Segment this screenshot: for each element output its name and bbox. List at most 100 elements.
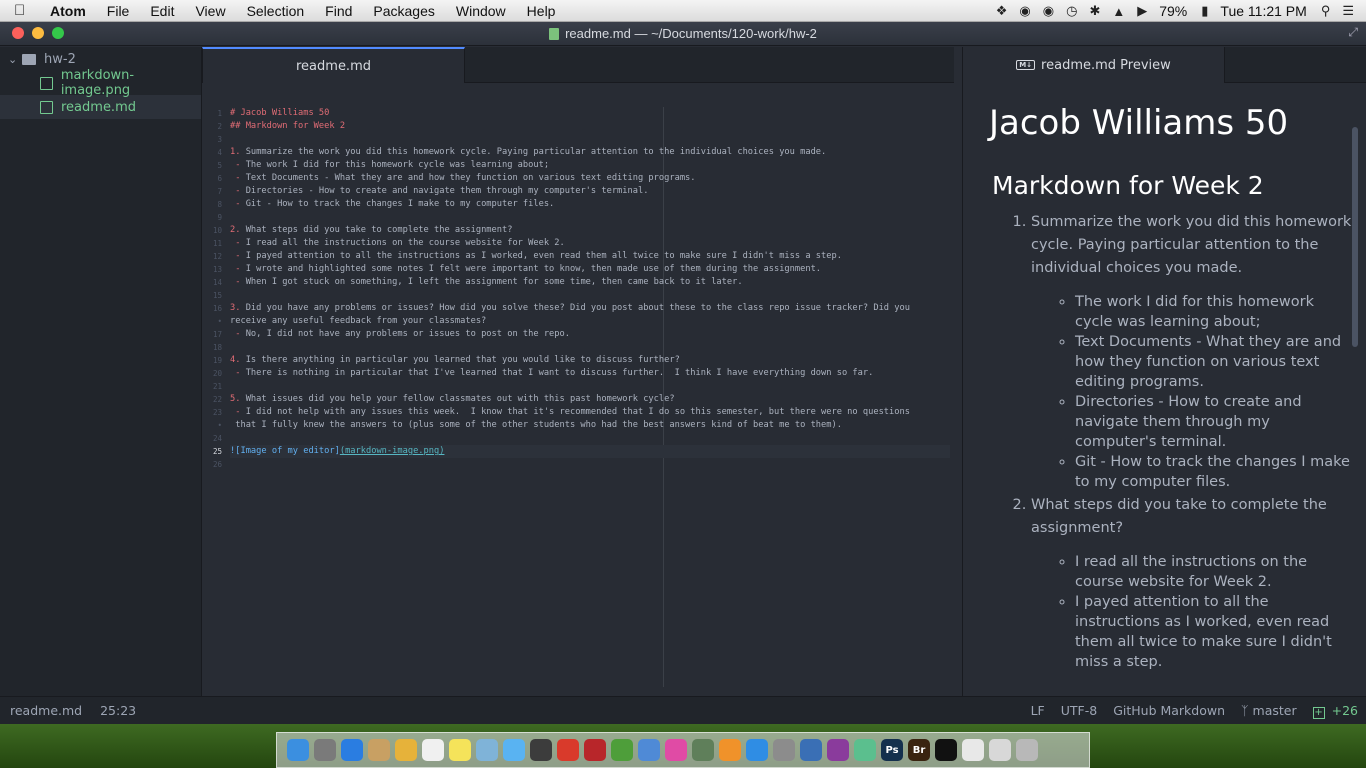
code-line[interactable]: 1. Summarize the work you did this homew… xyxy=(230,146,950,159)
iphoto-icon[interactable] xyxy=(692,739,714,761)
menu-window[interactable]: Window xyxy=(456,3,506,19)
spotlight-icon[interactable]: ⚲ xyxy=(1321,3,1331,19)
messages-icon[interactable] xyxy=(503,739,525,761)
preview-scrollbar[interactable] xyxy=(1352,127,1358,347)
volume-icon[interactable]: ▶ xyxy=(1137,3,1147,19)
code-line[interactable] xyxy=(230,380,950,393)
facetime-icon[interactable] xyxy=(530,739,552,761)
zoom-button[interactable] xyxy=(52,27,64,39)
menu-help[interactable]: Help xyxy=(527,3,556,19)
code-line[interactable]: receive any useful feedback from your cl… xyxy=(230,315,950,328)
github-icon[interactable] xyxy=(827,739,849,761)
status-file-path[interactable]: readme.md xyxy=(10,703,82,718)
numbers-icon[interactable] xyxy=(611,739,633,761)
safari-icon[interactable] xyxy=(341,739,363,761)
photoshop-icon[interactable]: Ps xyxy=(881,739,903,761)
dropbox-icon[interactable]: ❖ xyxy=(996,3,1008,19)
menu-find[interactable]: Find xyxy=(325,3,352,19)
document-icon[interactable] xyxy=(962,739,984,761)
status-line-ending[interactable]: LF xyxy=(1031,703,1045,718)
atom-icon[interactable] xyxy=(854,739,876,761)
code-line[interactable]: ## Markdown for Week 2 xyxy=(230,120,950,133)
minimize-button[interactable] xyxy=(32,27,44,39)
tree-file-readme[interactable]: readme.md xyxy=(0,95,201,119)
code-line[interactable] xyxy=(230,289,950,302)
battery-icon[interactable]: ▮ xyxy=(1201,3,1208,19)
code-line[interactable]: - When I got stuck on something, I left … xyxy=(230,276,950,289)
battery-percent[interactable]: 79% xyxy=(1159,3,1187,19)
line-number: • xyxy=(217,421,222,430)
finder-icon[interactable] xyxy=(287,739,309,761)
close-button[interactable] xyxy=(12,27,24,39)
menu-edit[interactable]: Edit xyxy=(150,3,174,19)
menu-app-name[interactable]: Atom xyxy=(50,3,86,19)
code-line[interactable]: 2. What steps did you take to complete t… xyxy=(230,224,950,237)
code-line[interactable]: - Directories - How to create and naviga… xyxy=(230,185,950,198)
code-line[interactable]: - I wrote and highlighted some notes I f… xyxy=(230,263,950,276)
preview-list-item-text: Summarize the work you did this homework… xyxy=(1031,214,1352,276)
keynote-icon[interactable] xyxy=(638,739,660,761)
code-line[interactable] xyxy=(230,458,950,471)
tab-readme[interactable]: readme.md xyxy=(202,47,465,83)
code-line[interactable]: - I payed attention to all the instructi… xyxy=(230,250,950,263)
bridge-icon[interactable]: Br xyxy=(908,739,930,761)
contacts-icon[interactable] xyxy=(368,739,390,761)
code-line[interactable]: 4. Is there anything in particular you l… xyxy=(230,354,950,367)
notification-center-icon[interactable]: ☰ xyxy=(1342,3,1354,19)
status-git-diff[interactable]: + +26 xyxy=(1312,703,1358,719)
creative-cloud-icon[interactable] xyxy=(557,739,579,761)
chevron-down-icon[interactable]: ⌄ xyxy=(8,53,22,66)
apple-icon[interactable]:  xyxy=(14,2,34,19)
quicktime-icon[interactable] xyxy=(800,739,822,761)
bluetooth-icon[interactable]: ✱ xyxy=(1089,3,1100,19)
tree-file-markdown-image[interactable]: markdown-image.png xyxy=(0,68,201,98)
code-line[interactable] xyxy=(230,432,950,445)
code-line[interactable]: 3. Did you have any problems or issues? … xyxy=(230,302,950,315)
skype-icon[interactable]: ◉ xyxy=(1019,3,1030,19)
app-store-icon[interactable] xyxy=(746,739,768,761)
calendar-icon[interactable] xyxy=(422,739,444,761)
line-number: 6 xyxy=(217,174,222,183)
tab-preview[interactable]: M↓ readme.md Preview xyxy=(963,47,1225,83)
status-encoding[interactable]: UTF-8 xyxy=(1061,703,1097,718)
status-cursor-position[interactable]: 25:23 xyxy=(100,703,136,718)
creative-cloud-icon[interactable]: ◉ xyxy=(1043,3,1054,19)
code-line[interactable]: 5. What issues did you help your fellow … xyxy=(230,393,950,406)
code-line[interactable]: - I did not help with any issues this we… xyxy=(230,406,950,419)
status-git-branch[interactable]: ᛉ master xyxy=(1241,703,1297,718)
terminal-icon[interactable] xyxy=(935,739,957,761)
wifi-icon[interactable]: ▲ xyxy=(1112,4,1125,19)
notes-icon[interactable] xyxy=(395,739,417,761)
code-line[interactable]: ![Image of my editor](markdown-image.png… xyxy=(230,445,950,458)
stickies-icon[interactable] xyxy=(449,739,471,761)
code-editor[interactable]: # Jacob Williams 50 ## Markdown for Week … xyxy=(230,107,950,471)
photo-booth-icon[interactable] xyxy=(584,739,606,761)
code-line[interactable] xyxy=(230,133,950,146)
code-line[interactable]: - I read all the instructions on the cou… xyxy=(230,237,950,250)
menubar-clock[interactable]: Tue 11:21 PM xyxy=(1220,3,1306,19)
system-preferences-icon[interactable] xyxy=(773,739,795,761)
menu-packages[interactable]: Packages xyxy=(373,3,434,19)
status-grammar[interactable]: GitHub Markdown xyxy=(1113,703,1225,718)
code-line[interactable] xyxy=(230,341,950,354)
code-line[interactable]: - Git - How to track the changes I make … xyxy=(230,198,950,211)
code-line[interactable]: # Jacob Williams 50 xyxy=(230,107,950,120)
trash-icon[interactable] xyxy=(1016,739,1038,761)
fullscreen-icon[interactable]: ⤢ xyxy=(1348,25,1358,40)
menu-file[interactable]: File xyxy=(107,3,130,19)
code-line[interactable]: - No, I did not have any problems or iss… xyxy=(230,328,950,341)
menu-selection[interactable]: Selection xyxy=(247,3,305,19)
code-line[interactable]: - There is nothing in particular that I'… xyxy=(230,367,950,380)
code-line[interactable] xyxy=(230,211,950,224)
launchpad-icon[interactable] xyxy=(314,739,336,761)
code-line[interactable]: that I fully knew the answers to (plus s… xyxy=(230,419,950,432)
menu-view[interactable]: View xyxy=(195,3,225,19)
time-machine-icon[interactable]: ◷ xyxy=(1066,3,1077,19)
code-line[interactable]: - Text Documents - What they are and how… xyxy=(230,172,950,185)
code-line[interactable]: - The work I did for this homework cycle… xyxy=(230,159,950,172)
itunes-icon[interactable] xyxy=(665,739,687,761)
preview-content[interactable]: Jacob Williams 50 Markdown for Week 2 Su… xyxy=(963,83,1353,696)
ibooks-icon[interactable] xyxy=(719,739,741,761)
preview-icon[interactable] xyxy=(476,739,498,761)
file-icon[interactable] xyxy=(989,739,1011,761)
